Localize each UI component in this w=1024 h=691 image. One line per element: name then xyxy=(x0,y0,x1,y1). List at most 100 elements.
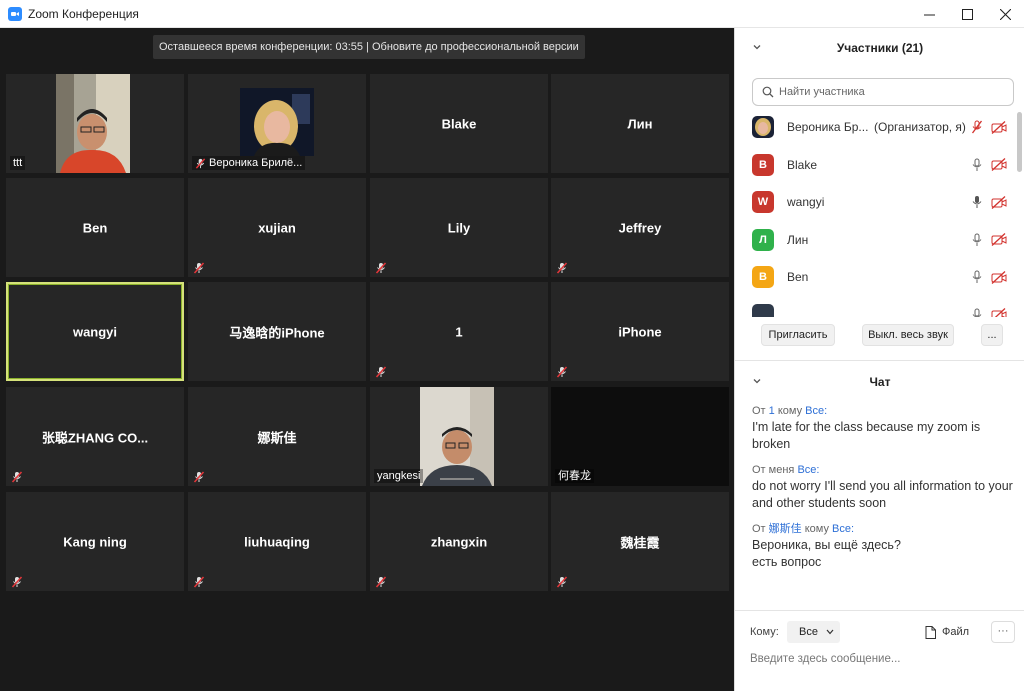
participant-row[interactable]: Вероника Бр... (Организатор, я) xyxy=(735,112,1015,142)
participant-list-name: Лин xyxy=(787,232,809,247)
participant-name: 魏桂霞 xyxy=(620,535,660,550)
video-tile[interactable]: Blake xyxy=(370,74,548,173)
participant-name: ttt xyxy=(10,156,26,170)
chat-collapse-chevron-icon[interactable] xyxy=(752,376,762,386)
participant-role: (Организатор, я) xyxy=(874,120,966,134)
participant-name: iPhone xyxy=(618,324,662,339)
video-tile[interactable]: xujian xyxy=(188,178,366,277)
mic-muted-icon xyxy=(556,262,568,274)
participant-row[interactable]: B Ben xyxy=(735,262,1015,292)
mic-muted-icon xyxy=(11,471,23,483)
maximize-button[interactable] xyxy=(948,0,986,28)
participant-name: Вероника Брилё... xyxy=(192,156,306,170)
video-tile[interactable]: 娜斯佳 xyxy=(188,387,366,486)
mic-icon[interactable] xyxy=(971,195,983,209)
recipient-link[interactable]: Все: xyxy=(832,523,854,535)
chat-messages: От 1 кому Все: I'm late for the class be… xyxy=(752,404,1014,581)
video-tile[interactable]: 何春龙 xyxy=(551,387,729,486)
mic-muted-icon xyxy=(11,576,23,588)
participant-search[interactable] xyxy=(752,78,1014,106)
participant-row[interactable]: Wwangyi xyxy=(735,187,1015,217)
participant-name: zhangxin xyxy=(430,534,488,549)
participant-row[interactable]: B Blake xyxy=(735,150,1015,180)
collapse-chevron-icon[interactable] xyxy=(752,42,762,52)
video-off-icon[interactable] xyxy=(991,270,1007,284)
recipient-link[interactable]: Все: xyxy=(805,405,827,417)
video-gallery: Оставшееся время конференции: 03:55 | Об… xyxy=(0,28,734,691)
video-tile[interactable]: liuhuaqing xyxy=(188,492,366,591)
mic-muted-icon xyxy=(375,262,387,274)
video-tile[interactable]: Kang ning xyxy=(6,492,184,591)
mic-muted-indicator xyxy=(193,261,205,274)
participant-video xyxy=(56,74,130,173)
message-text: I'm late for the class because my zoom i… xyxy=(752,420,981,451)
mic-muted-indicator xyxy=(375,365,387,378)
minimize-button[interactable] xyxy=(910,0,948,28)
chat-more-button[interactable]: ··· xyxy=(991,621,1015,643)
video-tile[interactable]: 魏桂霞 xyxy=(551,492,729,591)
video-off-icon[interactable] xyxy=(991,120,1007,134)
video-tile[interactable]: Lily xyxy=(370,178,548,277)
mic-icon[interactable] xyxy=(971,308,983,318)
mic-muted-icon xyxy=(556,576,568,588)
participant-name: 娜斯佳 xyxy=(257,430,297,445)
panel-divider xyxy=(735,360,1024,361)
minimize-icon xyxy=(923,14,935,15)
mic-muted-indicator xyxy=(11,470,23,483)
to-label: Кому: xyxy=(750,626,779,638)
window-title: Zoom Конференция xyxy=(28,6,139,21)
video-tile[interactable]: Лин xyxy=(551,74,729,173)
participant-list-scrollbar[interactable] xyxy=(1017,112,1022,172)
recipient-select[interactable]: Все xyxy=(787,621,840,643)
participant-list-name: Blake xyxy=(787,157,818,172)
video-off-icon[interactable] xyxy=(991,158,1007,171)
participants-title: Участники (21) xyxy=(836,41,924,55)
sender-link[interactable]: 娜斯佳 xyxy=(769,523,802,535)
participant-row[interactable] xyxy=(735,300,1015,318)
video-tile[interactable]: yangkesi xyxy=(370,387,548,486)
participant-name: 何春龙 xyxy=(555,469,594,483)
close-button[interactable] xyxy=(986,0,1024,28)
video-tile[interactable]: 张聪ZHANG CO... xyxy=(6,387,184,486)
participant-name: 张聪ZHANG CO... xyxy=(41,430,149,445)
video-tile[interactable]: Ben xyxy=(6,178,184,277)
mute-all-button[interactable]: Выкл. весь звук xyxy=(862,324,954,346)
participant-name: Ben xyxy=(82,220,108,235)
video-tile[interactable]: Jeffrey xyxy=(551,178,729,277)
participant-name: Lily xyxy=(447,220,471,235)
chat-message: От 娜斯佳 кому Все: Вероника, вы ещё здесь?… xyxy=(752,522,1014,571)
video-off-icon[interactable] xyxy=(991,308,1007,317)
participant-row[interactable]: Л Лин xyxy=(735,225,1015,255)
mic-icon[interactable] xyxy=(971,270,983,284)
chat-message: От меня Все: do not worry I'll send you … xyxy=(752,463,1014,512)
mic-muted-icon[interactable] xyxy=(971,120,983,134)
recipient-link[interactable]: Все: xyxy=(797,464,819,476)
video-tile[interactable]: 1 xyxy=(370,282,548,381)
file-icon xyxy=(925,625,936,639)
mic-icon[interactable] xyxy=(971,158,983,172)
avatar: B xyxy=(752,153,774,176)
mic-icon[interactable] xyxy=(971,233,983,247)
participant-name: 1 xyxy=(455,324,463,339)
more-button[interactable]: ... xyxy=(981,324,1003,346)
video-off-icon[interactable] xyxy=(991,195,1007,209)
video-off-icon[interactable] xyxy=(991,233,1007,246)
chat-header: Чат xyxy=(735,364,1024,400)
video-tile[interactable]: ttt xyxy=(6,74,184,173)
chat-message-input[interactable] xyxy=(750,649,1010,669)
video-tile[interactable]: 马逸晗的iPhone xyxy=(188,282,366,381)
chat-message: От 1 кому Все: I'm late for the class be… xyxy=(752,404,1014,453)
video-tile[interactable]: Вероника Брилё... xyxy=(188,74,366,173)
participant-actions: Пригласить Выкл. весь звук ... xyxy=(735,324,1024,354)
avatar: B xyxy=(752,266,774,288)
file-button[interactable]: Файл xyxy=(925,623,969,641)
video-tile[interactable]: wangyi xyxy=(6,282,184,381)
participant-search-input[interactable] xyxy=(779,86,999,98)
participant-name: yangkesi xyxy=(374,469,424,483)
meeting-time-banner[interactable]: Оставшееся время конференции: 03:55 | Об… xyxy=(153,35,585,59)
video-tile[interactable]: zhangxin xyxy=(370,492,548,591)
video-tile[interactable]: iPhone xyxy=(551,282,729,381)
invite-button[interactable]: Пригласить xyxy=(761,324,835,346)
search-icon xyxy=(762,86,774,98)
message-meta: От меня Все: xyxy=(752,464,820,476)
